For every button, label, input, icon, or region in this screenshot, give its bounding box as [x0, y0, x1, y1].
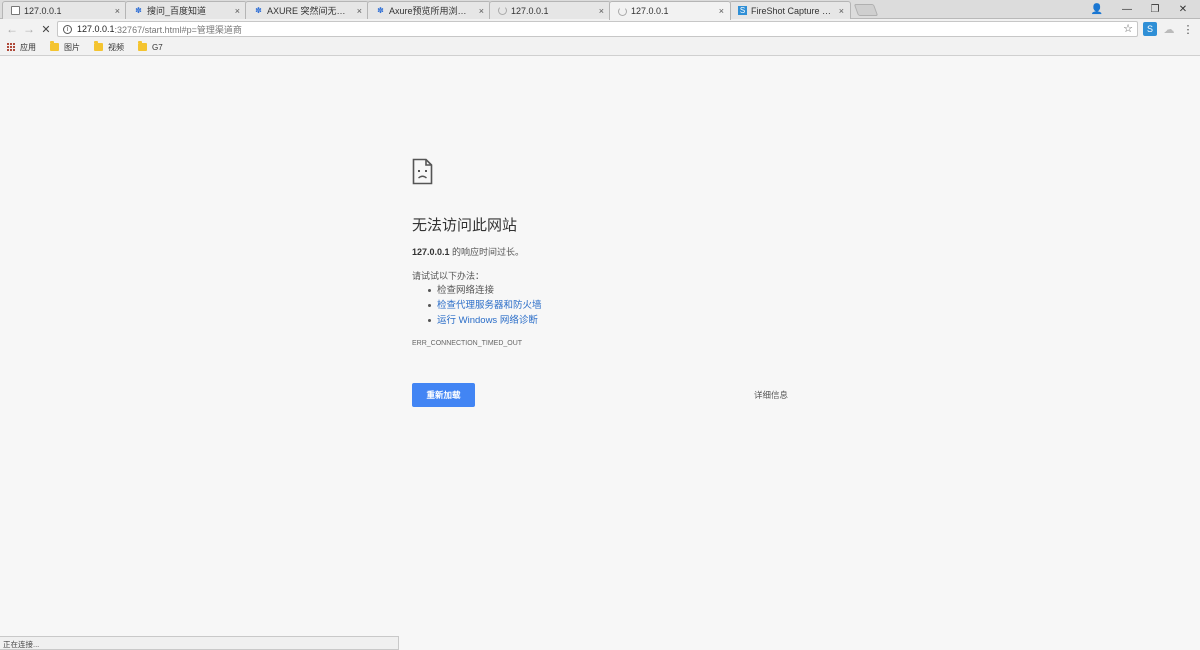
tab-127-0-0-1-loading[interactable]: 127.0.0.1 × — [489, 1, 611, 19]
tab-baidu-zhidao[interactable]: ✽ 搜问_百度知道 × — [125, 1, 247, 19]
bookmark-label: 应用 — [20, 42, 36, 52]
folder-icon — [50, 41, 59, 51]
stop-loading-button[interactable]: ✕ — [38, 21, 54, 37]
restore-button[interactable]: ❐ — [1141, 1, 1169, 17]
tab-title: 127.0.0.1 — [631, 6, 669, 16]
bookmark-g7[interactable]: G7 — [138, 41, 163, 52]
tab-title: 搜问_百度知道 — [147, 6, 207, 16]
bookmark-videos[interactable]: 视频 — [94, 41, 124, 53]
error-host: 127.0.0.1 — [412, 247, 450, 257]
status-bar: 正在连接... — [0, 636, 399, 650]
bookmark-label: 视频 — [108, 42, 124, 52]
tab-close-icon[interactable]: × — [719, 6, 724, 16]
bookmarks-bar: 应用 图片 视频 G7 — [0, 39, 1200, 56]
loading-icon — [618, 6, 627, 16]
folder-icon — [94, 41, 103, 51]
tab-close-icon[interactable]: × — [115, 6, 120, 16]
bookmark-images[interactable]: 图片 — [50, 41, 80, 53]
minimize-button[interactable]: — — [1113, 1, 1141, 17]
bookmark-label: 图片 — [64, 42, 80, 52]
suggestion-check-network: 检查网络连接 — [428, 283, 542, 298]
url-path: :32767/start.html#p=管理渠道商 — [114, 24, 242, 35]
tab-close-icon[interactable]: × — [357, 6, 362, 16]
tab-close-icon[interactable]: × — [599, 6, 604, 16]
baidu-paw-icon: ✽ — [135, 6, 142, 15]
error-description: 127.0.0.1 的响应时间过长。 — [412, 245, 524, 258]
bookmark-apps[interactable]: 应用 — [7, 42, 36, 53]
cloud-extension-icon[interactable]: ☁ — [1162, 22, 1176, 36]
error-title: 无法访问此网站 — [412, 217, 518, 234]
suggestions-list: 检查网络连接 检查代理服务器和防火墙 运行 Windows 网络诊断 — [428, 283, 542, 328]
error-description-text: 的响应时间过长。 — [449, 247, 525, 257]
tab-title: FireShot Capture 1 - A — [751, 5, 835, 16]
address-bar[interactable]: i 127.0.0.1:32767/start.html#p=管理渠道商 ☆ — [57, 21, 1138, 37]
profile-icon[interactable]: 👤 — [1083, 1, 1111, 17]
tab-127-0-0-1-first[interactable]: 127.0.0.1 × — [2, 1, 127, 19]
suggestion-check-proxy-link[interactable]: 检查代理服务器和防火墙 — [428, 298, 542, 313]
reload-button[interactable]: 重新加载 — [412, 383, 475, 407]
new-tab-button[interactable] — [853, 4, 879, 16]
forward-button[interactable]: → — [21, 21, 37, 37]
tab-title: 127.0.0.1 — [24, 5, 62, 16]
back-button[interactable]: ← — [4, 21, 20, 37]
tab-close-icon[interactable]: × — [839, 6, 844, 16]
details-button[interactable]: 详细信息 — [745, 388, 797, 402]
bookmark-star-icon[interactable]: ☆ — [1123, 22, 1133, 35]
fireshot-icon: S — [738, 6, 747, 15]
suggestion-run-diagnostics-link[interactable]: 运行 Windows 网络诊断 — [428, 313, 542, 328]
apps-grid-icon — [7, 42, 16, 52]
page-icon — [11, 6, 20, 15]
loading-icon — [498, 6, 507, 15]
url-host: 127.0.0.1 — [77, 24, 115, 34]
folder-icon — [138, 41, 147, 51]
bookmark-label: G7 — [152, 42, 163, 52]
sad-page-icon — [412, 158, 433, 185]
error-code: ERR_CONNECTION_TIMED_OUT — [412, 340, 523, 347]
tab-title: AXURE 突然间无法预览 — [267, 6, 353, 16]
tab-strip: 127.0.0.1 × ✽ 搜问_百度知道 × ✽ AXURE 突然间无法预览 … — [0, 0, 1200, 20]
baidu-paw-icon: ✽ — [255, 6, 262, 15]
tab-axure-preview[interactable]: ✽ AXURE 突然间无法预览 × — [245, 1, 369, 19]
tab-close-icon[interactable]: × — [479, 6, 484, 16]
close-window-button[interactable]: ✕ — [1169, 1, 1197, 17]
menu-icon[interactable]: ⋮ — [1181, 22, 1195, 36]
site-info-icon[interactable]: i — [63, 24, 72, 34]
suggestions-heading: 请试试以下办法： — [412, 271, 485, 281]
tab-title: Axure预览所用浏览器如 — [389, 6, 475, 16]
tab-axure-browser[interactable]: ✽ Axure预览所用浏览器如 × — [367, 1, 491, 19]
tab-close-icon[interactable]: × — [235, 6, 240, 16]
tab-127-0-0-1-active[interactable]: 127.0.0.1 × — [609, 1, 731, 20]
fireshot-extension-icon[interactable]: S — [1143, 22, 1157, 36]
browser-toolbar: ← → ✕ i 127.0.0.1:32767/start.html#p=管理渠… — [0, 19, 1200, 39]
baidu-paw-icon: ✽ — [377, 6, 384, 15]
tab-fireshot[interactable]: S FireShot Capture 1 - A × — [729, 1, 851, 19]
tab-title: 127.0.0.1 — [511, 5, 549, 16]
